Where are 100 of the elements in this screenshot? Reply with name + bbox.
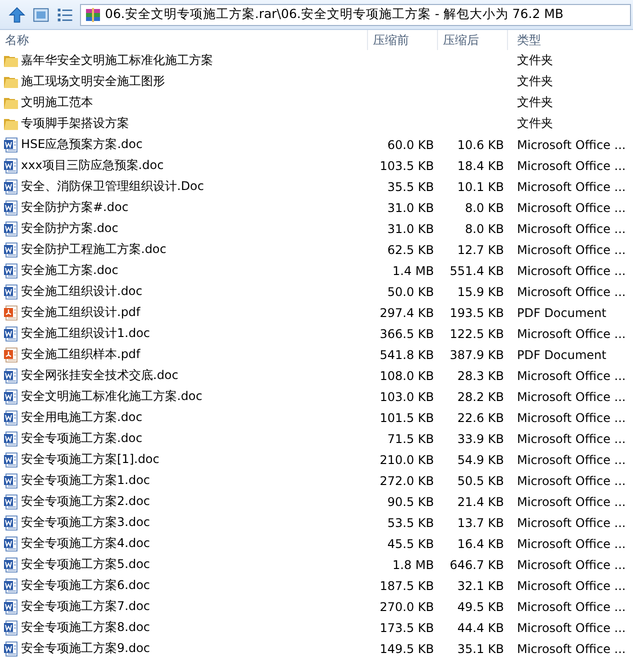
table-cell-text: 文件夹: [516, 115, 554, 132]
file-name[interactable]: 安全施工组织样本.pdf: [0, 346, 368, 363]
word-document-icon: [3, 158, 19, 174]
file-name[interactable]: 安全专项施工方案8.doc: [0, 619, 368, 636]
table-cell-text: 71.5 KB: [386, 432, 435, 446]
table-cell-text: Microsoft Office ...: [516, 536, 627, 550]
file-name[interactable]: 安全专项施工方案4.doc: [0, 535, 368, 552]
table-cell-text: Microsoft Office ...: [516, 138, 627, 152]
table-cell-text: 551.4 KB: [448, 264, 505, 278]
file-name[interactable]: 专项脚手架搭设方案: [0, 115, 368, 132]
table-cell-text: 15.9 KB: [456, 284, 505, 298]
word-document-icon: [3, 242, 19, 258]
table-cell-text: 22.6 KB: [456, 410, 505, 424]
word-document-icon: [3, 494, 19, 510]
file-name[interactable]: 文明施工范本: [0, 94, 368, 111]
table-cell-text: 31.0 KB: [386, 222, 435, 236]
file-name[interactable]: 安全专项施工方案3.doc: [0, 514, 368, 531]
view-icon[interactable]: [32, 6, 50, 24]
table-cell-text: 50.5 KB: [456, 474, 505, 488]
file-name[interactable]: 施工现场文明安全施工图形: [0, 73, 368, 90]
table-cell-text: Microsoft Office ...: [516, 558, 627, 572]
column-header[interactable]: 压缩后: [438, 30, 508, 50]
archive-icon: [85, 6, 101, 22]
word-document-icon: [3, 578, 19, 594]
file-name[interactable]: 安全防护工程施工方案.doc: [0, 241, 368, 258]
file-name[interactable]: 安全施工方案.doc: [0, 262, 368, 279]
table-cell-text: 10.1 KB: [456, 180, 505, 194]
table-cell-text: Microsoft Office ...: [516, 390, 627, 404]
word-document-icon: [3, 136, 19, 152]
table-cell-text: 101.5 KB: [378, 410, 435, 424]
list-icon[interactable]: [56, 6, 74, 24]
table-cell-text: Microsoft Office ...: [516, 578, 627, 592]
table-cell-text: 31.0 KB: [386, 200, 435, 214]
table-cell-text: Microsoft Office ...: [516, 494, 627, 508]
file-name[interactable]: 安全、消防保卫管理组织设计.Doc: [0, 178, 368, 195]
word-document-icon: [3, 262, 19, 278]
word-document-icon: [3, 200, 19, 216]
table-cell-text: 272.0 KB: [378, 474, 435, 488]
word-document-icon: [3, 220, 19, 236]
word-document-icon: [3, 178, 19, 194]
file-name[interactable]: 安全文明施工标准化施工方案.doc: [0, 388, 368, 405]
table-cell-text: 28.3 KB: [456, 368, 505, 382]
table-cell-text: 50.0 KB: [386, 284, 435, 298]
file-name[interactable]: 安全专项施工方案9.doc: [0, 640, 368, 657]
file-name[interactable]: 安全专项施工方案7.doc: [0, 598, 368, 615]
file-name[interactable]: 安全用电施工方案.doc: [0, 409, 368, 426]
column-header[interactable]: 类型: [508, 30, 633, 50]
word-document-icon: [3, 430, 19, 446]
table-cell-text: PDF Document: [516, 306, 608, 320]
column-header[interactable]: 名称: [0, 30, 368, 50]
table-cell-text: 8.0 KB: [464, 222, 505, 236]
table-cell-text: Microsoft Office ...: [516, 326, 627, 340]
table-cell-text: 187.5 KB: [378, 578, 435, 592]
table-cell-text: 366.5 KB: [378, 326, 435, 340]
path-field[interactable]: 06.安全文明专项施工方案.rar\06.安全文明专项施工方案 - 解包大小为 76.2 MB: [80, 4, 631, 26]
file-name[interactable]: 安全专项施工方案6.doc: [0, 577, 368, 594]
table-cell-text: Microsoft Office ...: [516, 516, 627, 530]
file-name[interactable]: 安全专项施工方案.doc: [0, 430, 368, 447]
file-name[interactable]: 安全专项施工方案1.doc: [0, 472, 368, 489]
file-name[interactable]: 安全专项施工方案5.doc: [0, 556, 368, 573]
table-cell-text: 16.4 KB: [456, 536, 505, 550]
table-cell-text: Microsoft Office ...: [516, 200, 627, 214]
file-name[interactable]: 安全专项施工方案[1].doc: [0, 451, 368, 468]
file-name[interactable]: 安全防护方案.doc: [0, 220, 368, 237]
file-name[interactable]: 安全网张挂安全技术交底.doc: [0, 367, 368, 384]
table-cell-text: 103.0 KB: [378, 390, 435, 404]
word-document-icon: [3, 640, 19, 656]
table-cell-text: 35.5 KB: [386, 180, 435, 194]
table-cell-text: Microsoft Office ...: [516, 474, 627, 488]
file-name[interactable]: 安全防护方案#.doc: [0, 199, 368, 216]
file-name[interactable]: HSE应急预案方案.doc: [0, 136, 368, 153]
table-cell-text: Microsoft Office ...: [516, 264, 627, 278]
file-name[interactable]: 安全施工组织设计.pdf: [0, 304, 368, 321]
table-cell-text: 210.0 KB: [378, 452, 435, 466]
table-cell-text: 54.9 KB: [456, 452, 505, 466]
word-document-icon: [3, 368, 19, 384]
file-name[interactable]: 安全施工组织设计1.doc: [0, 325, 368, 342]
table-cell-text: 53.5 KB: [386, 516, 435, 530]
table-cell-text: Microsoft Office ...: [516, 158, 627, 172]
pdf-document-icon: [3, 304, 19, 320]
file-name[interactable]: xxx项目三防应急预案.doc: [0, 157, 368, 174]
table-cell-text: 270.0 KB: [378, 600, 435, 614]
file-name[interactable]: 安全专项施工方案2.doc: [0, 493, 368, 510]
table-cell-text: 12.7 KB: [456, 242, 505, 256]
table-cell-text: 18.4 KB: [456, 158, 505, 172]
up-arrow-icon[interactable]: [8, 6, 26, 24]
file-name[interactable]: 嘉年华安全文明施工标准化施工方案: [0, 52, 368, 69]
column-header[interactable]: 压缩前: [368, 30, 438, 50]
table-cell-text: 28.2 KB: [456, 390, 505, 404]
word-document-icon: [3, 388, 19, 404]
table-cell-text: 33.9 KB: [456, 432, 505, 446]
table-cell-text: 文件夹: [516, 52, 554, 69]
table-cell-text: 35.1 KB: [456, 642, 505, 656]
word-document-icon: [3, 598, 19, 614]
word-document-icon: [3, 452, 19, 468]
file-name[interactable]: 安全施工组织设计.doc: [0, 283, 368, 300]
table-cell-text: Microsoft Office ...: [516, 180, 627, 194]
table-cell-text: Microsoft Office ...: [516, 432, 627, 446]
table-cell-text: 10.6 KB: [456, 138, 505, 152]
table-cell-text: 49.5 KB: [456, 600, 505, 614]
